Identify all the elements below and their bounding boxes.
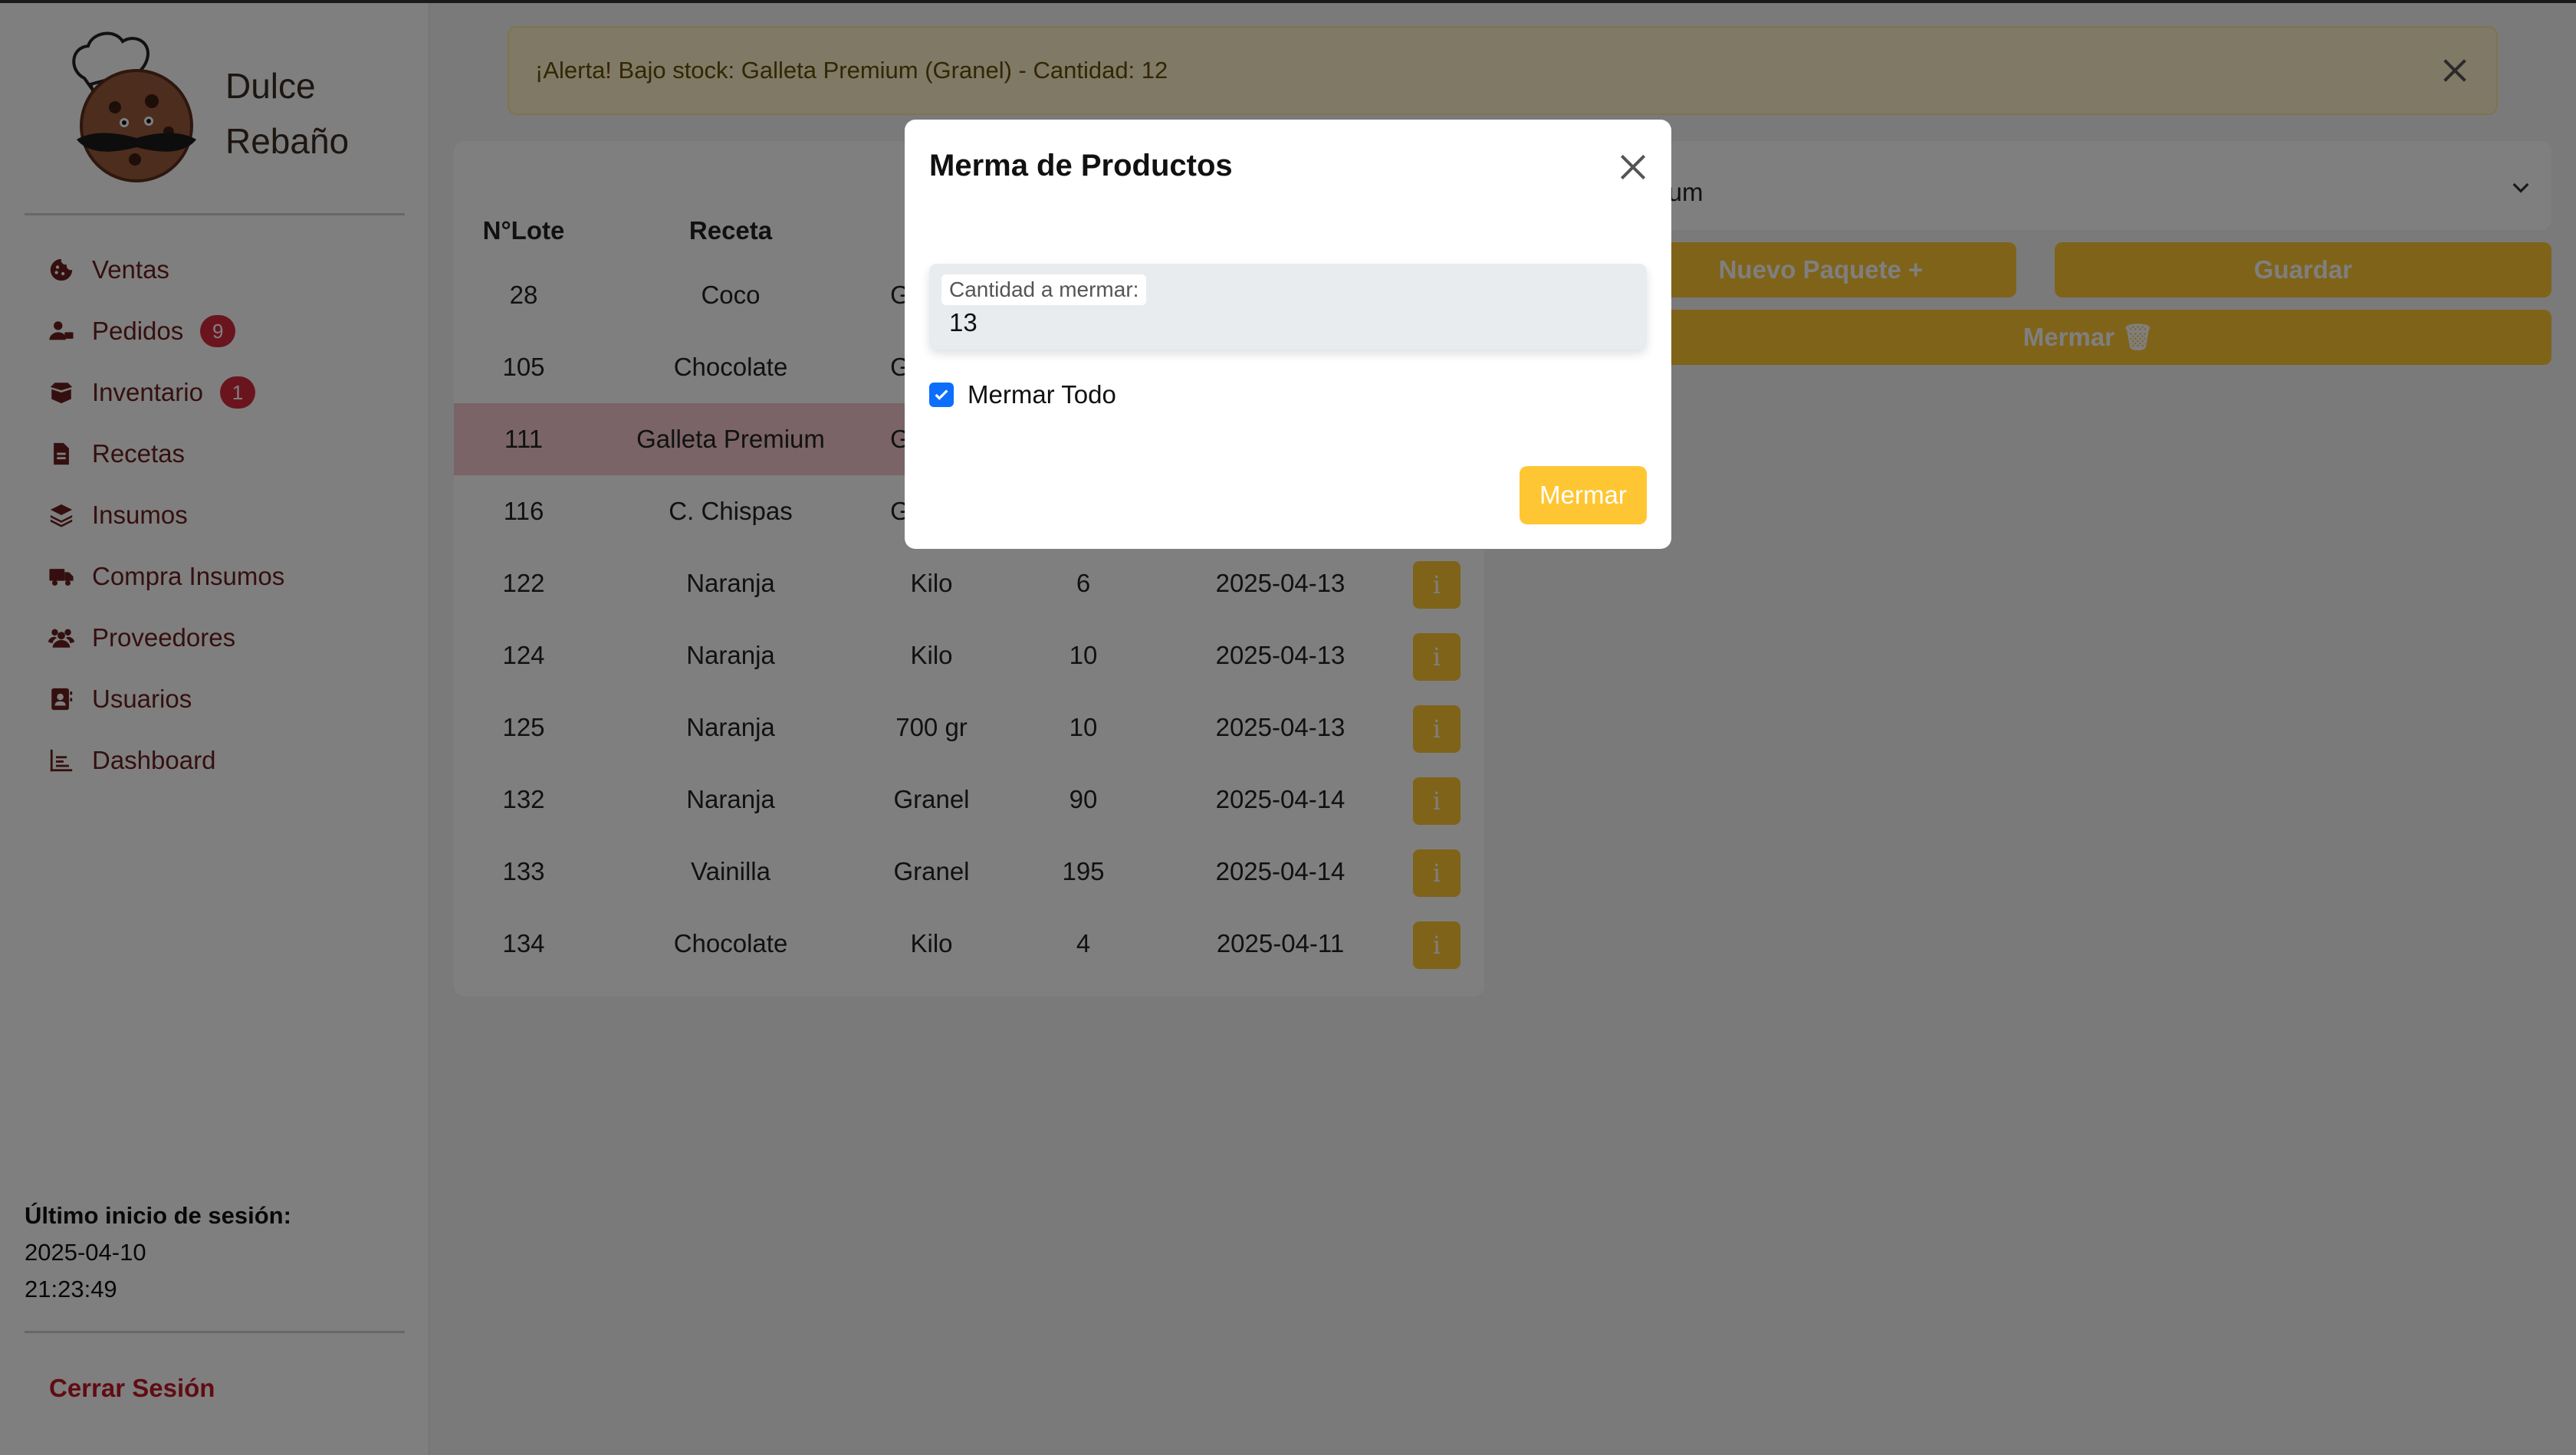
mermar-todo-checkbox[interactable] xyxy=(929,383,954,407)
cantidad-field-value[interactable]: 13 xyxy=(949,308,978,337)
mermar-todo-label: Mermar Todo xyxy=(968,380,1116,409)
merma-modal: Merma de Productos Cantidad a mermar: 13… xyxy=(905,120,1671,549)
cantidad-field[interactable]: Cantidad a mermar: 13 xyxy=(929,264,1647,350)
window-top-edge xyxy=(0,0,2576,3)
modal-title: Merma de Productos xyxy=(929,149,1233,182)
mermar-submit-button[interactable]: Mermar xyxy=(1520,466,1647,524)
mermar-todo-option[interactable]: Mermar Todo xyxy=(929,380,1116,409)
cantidad-field-label: Cantidad a mermar: xyxy=(941,274,1147,305)
checkmark-icon xyxy=(935,389,948,400)
close-icon[interactable] xyxy=(1616,150,1650,184)
